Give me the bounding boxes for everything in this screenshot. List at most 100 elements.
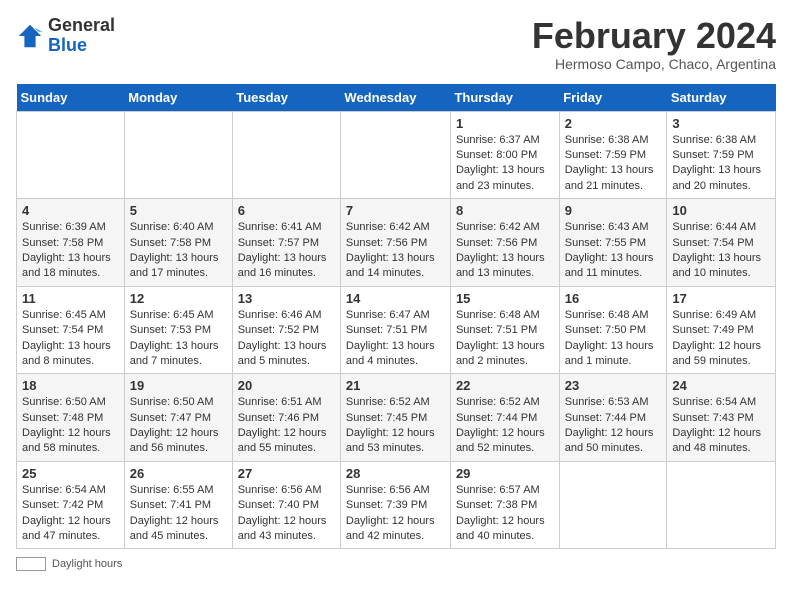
day-info: Sunrise: 6:56 AMSunset: 7:40 PMDaylight:… [238, 483, 335, 545]
day-info: Sunrise: 6:53 AMSunset: 7:44 PMDaylight:… [565, 395, 662, 457]
weekday-header-friday: Friday [559, 84, 667, 112]
calendar-cell [340, 111, 450, 199]
day-info: Sunrise: 6:51 AMSunset: 7:46 PMDaylight:… [238, 395, 335, 457]
month-year: February 2024 [532, 16, 776, 56]
calendar-cell: 22 Sunrise: 6:52 AMSunset: 7:44 PMDayligh… [450, 374, 559, 462]
calendar-cell: 8 Sunrise: 6:42 AMSunset: 7:56 PMDaylight… [450, 199, 559, 287]
day-info: Sunrise: 6:46 AMSunset: 7:52 PMDaylight:… [238, 308, 335, 370]
day-info: Sunrise: 6:45 AMSunset: 7:53 PMDaylight:… [130, 308, 227, 370]
calendar-cell [124, 111, 232, 199]
calendar-table: SundayMondayTuesdayWednesdayThursdayFrid… [16, 84, 776, 550]
weekday-header-sunday: Sunday [17, 84, 125, 112]
weekday-header-row: SundayMondayTuesdayWednesdayThursdayFrid… [17, 84, 776, 112]
day-info: Sunrise: 6:38 AMSunset: 7:59 PMDaylight:… [565, 133, 662, 195]
day-number: 28 [346, 466, 445, 481]
calendar-cell: 12 Sunrise: 6:45 AMSunset: 7:53 PMDayligh… [124, 286, 232, 374]
calendar-cell: 14 Sunrise: 6:47 AMSunset: 7:51 PMDayligh… [340, 286, 450, 374]
day-number: 20 [238, 378, 335, 393]
day-number: 3 [672, 116, 770, 131]
calendar-cell: 18 Sunrise: 6:50 AMSunset: 7:48 PMDayligh… [17, 374, 125, 462]
day-info: Sunrise: 6:37 AMSunset: 8:00 PMDaylight:… [456, 133, 554, 195]
weekday-header-saturday: Saturday [667, 84, 776, 112]
day-number: 13 [238, 291, 335, 306]
calendar-cell: 26 Sunrise: 6:55 AMSunset: 7:41 PMDayligh… [124, 461, 232, 549]
day-info: Sunrise: 6:41 AMSunset: 7:57 PMDaylight:… [238, 220, 335, 282]
calendar-cell: 17 Sunrise: 6:49 AMSunset: 7:49 PMDayligh… [667, 286, 776, 374]
day-number: 10 [672, 203, 770, 218]
calendar-cell: 20 Sunrise: 6:51 AMSunset: 7:46 PMDayligh… [232, 374, 340, 462]
calendar-cell: 25 Sunrise: 6:54 AMSunset: 7:42 PMDayligh… [17, 461, 125, 549]
calendar-cell: 6 Sunrise: 6:41 AMSunset: 7:57 PMDaylight… [232, 199, 340, 287]
day-number: 12 [130, 291, 227, 306]
day-info: Sunrise: 6:45 AMSunset: 7:54 PMDaylight:… [22, 308, 119, 370]
logo-blue: Blue [48, 35, 87, 55]
day-info: Sunrise: 6:42 AMSunset: 7:56 PMDaylight:… [456, 220, 554, 282]
daylight-box [16, 557, 46, 571]
calendar-cell: 11Sunrise: 6:45 AMSunset: 7:54 PMDayligh… [17, 286, 125, 374]
day-number: 26 [130, 466, 227, 481]
day-info: Sunrise: 6:55 AMSunset: 7:41 PMDaylight:… [130, 483, 227, 545]
day-info: Sunrise: 6:48 AMSunset: 7:50 PMDaylight:… [565, 308, 662, 370]
calendar-cell: 4Sunrise: 6:39 AMSunset: 7:58 PMDaylight… [17, 199, 125, 287]
day-info: Sunrise: 6:44 AMSunset: 7:54 PMDaylight:… [672, 220, 770, 282]
calendar-cell: 15Sunrise: 6:48 AMSunset: 7:51 PMDayligh… [450, 286, 559, 374]
day-info: Sunrise: 6:42 AMSunset: 7:56 PMDaylight:… [346, 220, 445, 282]
week-row-3: 11Sunrise: 6:45 AMSunset: 7:54 PMDayligh… [17, 286, 776, 374]
day-number: 7 [346, 203, 445, 218]
daylight-label: Daylight hours [52, 558, 122, 570]
calendar-cell: 1Sunrise: 6:37 AMSunset: 8:00 PMDaylight… [450, 111, 559, 199]
day-number: 8 [456, 203, 554, 218]
day-number: 17 [672, 291, 770, 306]
day-number: 29 [456, 466, 554, 481]
day-number: 27 [238, 466, 335, 481]
title-area: February 2024 Hermoso Campo, Chaco, Arge… [532, 16, 776, 72]
logo: General Blue [16, 16, 115, 56]
day-info: Sunrise: 6:38 AMSunset: 7:59 PMDaylight:… [672, 133, 770, 195]
calendar-cell: 19 Sunrise: 6:50 AMSunset: 7:47 PMDayligh… [124, 374, 232, 462]
calendar-cell: 10 Sunrise: 6:44 AMSunset: 7:54 PMDayligh… [667, 199, 776, 287]
day-number: 16 [565, 291, 662, 306]
day-number: 2 [565, 116, 662, 131]
week-row-5: 25 Sunrise: 6:54 AMSunset: 7:42 PMDayligh… [17, 461, 776, 549]
day-info: Sunrise: 6:49 AMSunset: 7:49 PMDaylight:… [672, 308, 770, 370]
logo-general: General [48, 15, 115, 35]
calendar-cell: 27 Sunrise: 6:56 AMSunset: 7:40 PMDayligh… [232, 461, 340, 549]
logo-icon [16, 22, 44, 50]
day-number: 19 [130, 378, 227, 393]
day-number: 23 [565, 378, 662, 393]
day-number: 14 [346, 291, 445, 306]
day-info: Sunrise: 6:50 AMSunset: 7:48 PMDaylight:… [22, 395, 119, 457]
calendar-cell [17, 111, 125, 199]
calendar-cell [667, 461, 776, 549]
week-row-1: 1Sunrise: 6:37 AMSunset: 8:00 PMDaylight… [17, 111, 776, 199]
weekday-header-monday: Monday [124, 84, 232, 112]
calendar-cell: 5 Sunrise: 6:40 AMSunset: 7:58 PMDaylight… [124, 199, 232, 287]
week-row-4: 18 Sunrise: 6:50 AMSunset: 7:48 PMDayligh… [17, 374, 776, 462]
calendar-cell: 9Sunrise: 6:43 AMSunset: 7:55 PMDaylight… [559, 199, 667, 287]
calendar-cell: 7 Sunrise: 6:42 AMSunset: 7:56 PMDaylight… [340, 199, 450, 287]
week-row-2: 4Sunrise: 6:39 AMSunset: 7:58 PMDaylight… [17, 199, 776, 287]
day-number: 5 [130, 203, 227, 218]
calendar-cell: 2 Sunrise: 6:38 AMSunset: 7:59 PMDaylight… [559, 111, 667, 199]
calendar-cell [232, 111, 340, 199]
day-info: Sunrise: 6:43 AMSunset: 7:55 PMDaylight:… [565, 220, 662, 282]
day-info: Sunrise: 6:54 AMSunset: 7:42 PMDaylight:… [22, 483, 119, 545]
day-number: 18 [22, 378, 119, 393]
day-info: Sunrise: 6:50 AMSunset: 7:47 PMDaylight:… [130, 395, 227, 457]
day-number: 6 [238, 203, 335, 218]
day-number: 21 [346, 378, 445, 393]
calendar-cell [559, 461, 667, 549]
calendar-cell: 3 Sunrise: 6:38 AMSunset: 7:59 PMDaylight… [667, 111, 776, 199]
weekday-header-wednesday: Wednesday [340, 84, 450, 112]
calendar-cell: 24Sunrise: 6:54 AMSunset: 7:43 PMDayligh… [667, 374, 776, 462]
day-number: 22 [456, 378, 554, 393]
day-number: 25 [22, 466, 119, 481]
day-info: Sunrise: 6:40 AMSunset: 7:58 PMDaylight:… [130, 220, 227, 282]
weekday-header-thursday: Thursday [450, 84, 559, 112]
calendar-cell: 16 Sunrise: 6:48 AMSunset: 7:50 PMDayligh… [559, 286, 667, 374]
day-info: Sunrise: 6:52 AMSunset: 7:44 PMDaylight:… [456, 395, 554, 457]
day-info: Sunrise: 6:48 AMSunset: 7:51 PMDaylight:… [456, 308, 554, 370]
day-info: Sunrise: 6:47 AMSunset: 7:51 PMDaylight:… [346, 308, 445, 370]
day-info: Sunrise: 6:56 AMSunset: 7:39 PMDaylight:… [346, 483, 445, 545]
day-info: Sunrise: 6:39 AMSunset: 7:58 PMDaylight:… [22, 220, 119, 282]
